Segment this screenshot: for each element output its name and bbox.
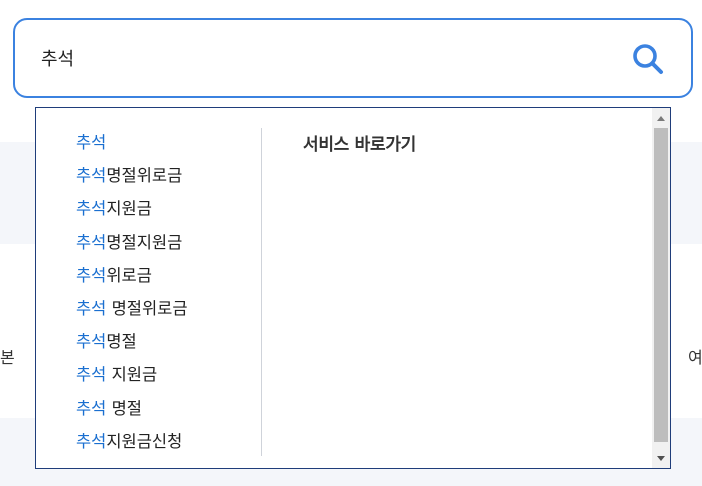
suggestion-rest-text: 명절 xyxy=(106,398,142,418)
column-divider xyxy=(261,128,262,456)
suggestion-match-text: 추석 xyxy=(76,431,107,451)
background-text-fragment: 여 xyxy=(688,348,702,367)
search-button[interactable] xyxy=(631,42,665,76)
suggestion-item[interactable]: 추석 xyxy=(76,126,276,159)
scrollbar[interactable] xyxy=(652,108,670,468)
suggestion-item[interactable]: 추석 지원금 xyxy=(76,358,276,391)
suggestion-match-text: 추석 xyxy=(76,199,107,219)
search-box xyxy=(13,18,693,98)
suggestion-rest-text: 명절 xyxy=(106,332,137,352)
suggestion-item[interactable]: 추석명절위로금 xyxy=(76,159,276,192)
suggestion-rest-text: 명절위로금 xyxy=(106,298,188,318)
suggestion-item[interactable]: 추석명절지원금 xyxy=(76,226,276,259)
autocomplete-dropdown: 추석 추석명절위로금 추석지원금 추석명절지원금 추석위로금 추석 명절위로금 추석명절 추석… xyxy=(35,107,671,469)
suggestion-rest-text: 지원금 xyxy=(106,199,152,219)
suggestion-list: 추석 추석명절위로금 추석지원금 추석명절지원금 추석위로금 추석 명절위로금 추석명절 추석… xyxy=(76,126,276,458)
scrollbar-thumb[interactable] xyxy=(654,128,668,442)
search-input[interactable] xyxy=(41,38,601,78)
service-shortcut-title: 서비스 바로가기 xyxy=(303,135,416,155)
suggestion-rest-text: 위로금 xyxy=(106,265,152,285)
suggestion-match-text: 추석 xyxy=(76,298,107,318)
suggestion-match-text: 추석 xyxy=(76,398,107,418)
suggestion-rest-text: 지원금신청 xyxy=(106,431,183,451)
scroll-up-arrow-icon[interactable] xyxy=(652,108,670,128)
suggestion-match-text: 추석 xyxy=(76,365,107,385)
background-text-fragment: 본 xyxy=(0,348,15,367)
suggestion-item[interactable]: 추석위로금 xyxy=(76,259,276,292)
suggestion-item[interactable]: 추석 명절 xyxy=(76,392,276,425)
search-icon xyxy=(633,44,663,74)
suggestion-match-text: 추석 xyxy=(76,332,107,352)
suggestion-rest-text: 지원금 xyxy=(106,365,158,385)
scroll-down-arrow-icon[interactable] xyxy=(652,448,670,468)
suggestion-item[interactable]: 추석지원금 xyxy=(76,192,276,225)
suggestion-rest-text: 명절지원금 xyxy=(106,232,183,252)
suggestion-item[interactable]: 추석명절 xyxy=(76,325,276,358)
suggestion-match-text: 추석 xyxy=(76,232,107,252)
page: 본 여 추석추석명절위로금추석지원금추석명절지원금추석위로금추석 명절위로금추석… xyxy=(0,0,702,486)
suggestion-match-text: 추석 xyxy=(76,265,107,285)
suggestion-match-text: 추석 xyxy=(76,133,107,152)
suggestion-item[interactable]: 추석지원금신청 xyxy=(76,425,276,458)
suggestion-item[interactable]: 추석 명절위로금 xyxy=(76,292,276,325)
suggestion-rest-text: 명절위로금 xyxy=(106,166,183,186)
suggestion-match-text: 추석 xyxy=(76,166,107,186)
